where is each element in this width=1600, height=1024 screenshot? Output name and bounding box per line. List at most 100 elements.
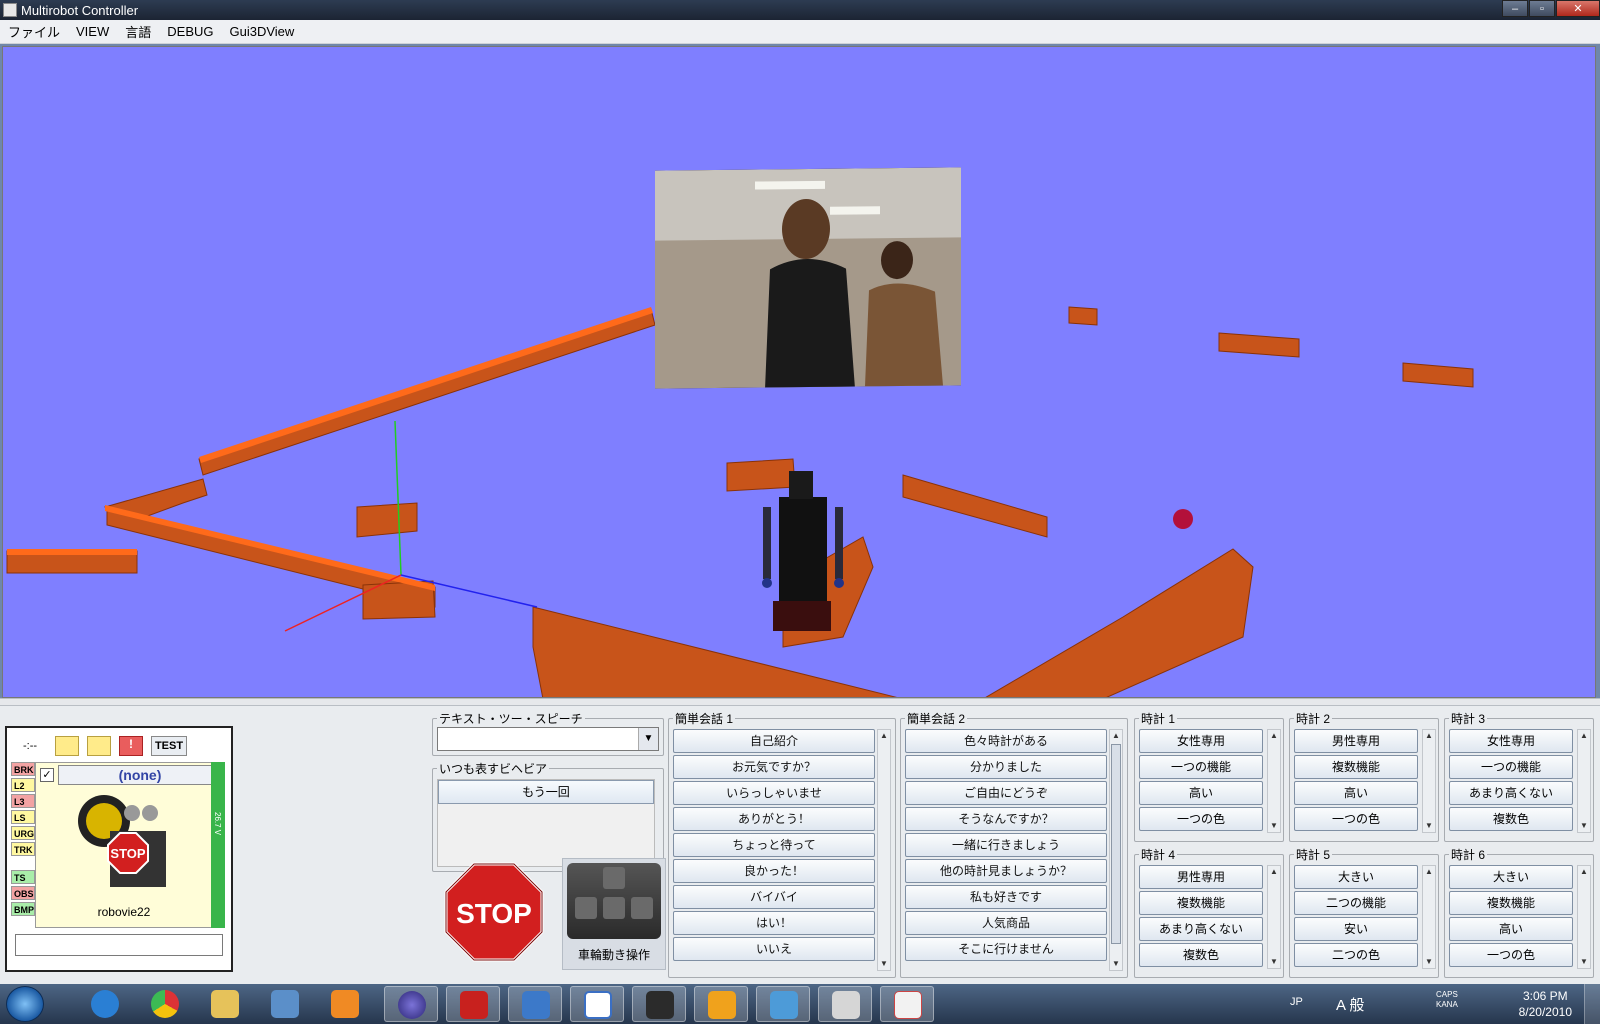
filezilla-icon[interactable] bbox=[446, 986, 500, 1022]
phrase-button[interactable]: 自己紹介 bbox=[673, 729, 875, 753]
robot-app-2-icon[interactable] bbox=[756, 986, 810, 1022]
phrase-button[interactable]: 私も好きです bbox=[905, 885, 1107, 909]
title-bar: Multirobot Controller – ▫ ✕ bbox=[0, 0, 1600, 20]
close-button[interactable]: ✕ bbox=[1556, 0, 1600, 17]
conversation-1-scrollbar[interactable]: ▲ ▼ bbox=[877, 729, 891, 971]
robot-app-icon[interactable] bbox=[694, 986, 748, 1022]
watch-button[interactable]: あまり高くない bbox=[1139, 917, 1263, 941]
eclipse-icon[interactable] bbox=[384, 986, 438, 1022]
watch-button[interactable]: 大きい bbox=[1294, 865, 1418, 889]
minimize-button[interactable]: – bbox=[1502, 0, 1528, 17]
pen-tool-icon[interactable] bbox=[258, 986, 312, 1022]
window-title: Multirobot Controller bbox=[21, 3, 139, 18]
menu-view[interactable]: VIEW bbox=[68, 24, 117, 39]
watch-button[interactable]: 複数色 bbox=[1449, 807, 1573, 831]
paint-icon[interactable] bbox=[818, 986, 872, 1022]
target-ball bbox=[1173, 509, 1193, 529]
watch-button[interactable]: 男性専用 bbox=[1139, 865, 1263, 889]
robot-command-input[interactable] bbox=[15, 934, 223, 956]
conversation-2-label: 簡単会話 2 bbox=[905, 710, 968, 727]
robot-enable-checkbox[interactable]: ✓ bbox=[40, 768, 54, 782]
phrase-button[interactable]: 良かった！ bbox=[673, 859, 875, 883]
watch-5-scrollbar[interactable]: ▲ ▼ bbox=[1422, 865, 1436, 969]
watch-button[interactable]: 二つの色 bbox=[1294, 943, 1418, 967]
phrase-button[interactable]: ありがとう！ bbox=[673, 807, 875, 831]
phrase-button[interactable]: 分かりました bbox=[905, 755, 1107, 779]
wheel-control-button[interactable]: 車輪動き操作 bbox=[562, 858, 666, 970]
phrase-button[interactable]: そうなんですか？ bbox=[905, 807, 1107, 831]
media-player-icon[interactable] bbox=[318, 986, 372, 1022]
phrase-button[interactable]: バイバイ bbox=[673, 885, 875, 909]
stop-button[interactable]: STOP bbox=[444, 862, 544, 962]
chrome-icon[interactable] bbox=[138, 986, 192, 1022]
folder-icon[interactable] bbox=[55, 736, 79, 756]
menu-gui3dview[interactable]: Gui3DView bbox=[222, 24, 303, 39]
phrase-button[interactable]: ちょっと待って bbox=[673, 833, 875, 857]
folder-open-icon[interactable] bbox=[87, 736, 111, 756]
watch-button[interactable]: 高い bbox=[1294, 781, 1418, 805]
menu-file[interactable]: ファイル bbox=[0, 22, 68, 41]
watch-4-scrollbar[interactable]: ▲ ▼ bbox=[1267, 865, 1281, 969]
phrase-button[interactable]: 他の時計見ましょうか？ bbox=[905, 859, 1107, 883]
phrase-button[interactable]: お元気ですか？ bbox=[673, 755, 875, 779]
watch-button[interactable]: 一つの色 bbox=[1449, 943, 1573, 967]
explorer-icon[interactable] bbox=[198, 986, 252, 1022]
watch-1-group: 時計 1 女性専用 一つの機能 高い 一つの色 ▲ ▼ bbox=[1134, 710, 1284, 842]
watch-button[interactable]: 複数色 bbox=[1139, 943, 1263, 967]
watch-button[interactable]: 男性専用 bbox=[1294, 729, 1418, 753]
menu-bar: ファイル VIEW 言語 DEBUG Gui3DView bbox=[0, 20, 1600, 44]
watch-button[interactable]: 一つの色 bbox=[1139, 807, 1263, 831]
watch-1-scrollbar[interactable]: ▲ ▼ bbox=[1267, 729, 1281, 833]
menu-language[interactable]: 言語 bbox=[117, 22, 159, 41]
watch-button[interactable]: 女性専用 bbox=[1449, 729, 1573, 753]
watch-button[interactable]: 大きい bbox=[1449, 865, 1573, 889]
maximize-button[interactable]: ▫ bbox=[1529, 0, 1555, 17]
phrase-button[interactable]: 人気商品 bbox=[905, 911, 1107, 935]
language-indicator[interactable]: JP bbox=[1290, 996, 1303, 1008]
robot-selector[interactable]: (none) bbox=[58, 765, 222, 785]
internet-explorer-icon[interactable] bbox=[78, 986, 132, 1022]
phrase-button[interactable]: はい！ bbox=[673, 911, 875, 935]
phrase-button[interactable]: いいえ bbox=[673, 937, 875, 961]
java-icon[interactable] bbox=[880, 986, 934, 1022]
watch-button[interactable]: 一つの色 bbox=[1294, 807, 1418, 831]
remote-desktop-icon[interactable] bbox=[508, 986, 562, 1022]
watch-button[interactable]: 高い bbox=[1449, 917, 1573, 941]
conversation-2-scrollbar[interactable]: ▲ ▼ bbox=[1109, 729, 1123, 971]
phrase-button[interactable]: そこに行けません bbox=[905, 937, 1107, 961]
show-desktop-button[interactable] bbox=[1584, 984, 1600, 1024]
wall-segment bbox=[985, 548, 1254, 697]
clock[interactable]: 3:06 PM 8/20/2010 bbox=[1519, 988, 1572, 1020]
chevron-down-icon[interactable]: ▼ bbox=[638, 728, 658, 750]
menu-debug[interactable]: DEBUG bbox=[159, 24, 221, 39]
panel-splitter[interactable] bbox=[0, 698, 1600, 706]
sensor-obs: OBS bbox=[11, 886, 35, 900]
start-button[interactable] bbox=[6, 986, 44, 1022]
phrase-button[interactable]: 一緒に行きましょう bbox=[905, 833, 1107, 857]
phrase-button[interactable]: いらっしゃいませ bbox=[673, 781, 875, 805]
watch-3-scrollbar[interactable]: ▲ ▼ bbox=[1577, 729, 1591, 833]
phrase-button[interactable]: 色々時計がある bbox=[905, 729, 1107, 753]
vnc-icon[interactable] bbox=[570, 986, 624, 1022]
3d-view[interactable] bbox=[2, 46, 1596, 698]
stop-label: STOP bbox=[456, 898, 532, 929]
test-button[interactable]: TEST bbox=[151, 736, 187, 756]
watch-button[interactable]: 一つの機能 bbox=[1139, 755, 1263, 779]
watch-button[interactable]: 高い bbox=[1139, 781, 1263, 805]
phrase-button[interactable]: ご自由にどうぞ bbox=[905, 781, 1107, 805]
alert-icon[interactable]: ! bbox=[119, 736, 143, 756]
watch-button[interactable]: 一つの機能 bbox=[1449, 755, 1573, 779]
watch-2-scrollbar[interactable]: ▲ ▼ bbox=[1422, 729, 1436, 833]
watch-button[interactable]: 二つの機能 bbox=[1294, 891, 1418, 915]
watch-button[interactable]: 複数機能 bbox=[1449, 891, 1573, 915]
ime-indicator[interactable]: A 般 bbox=[1336, 994, 1364, 1015]
watch-button[interactable]: 複数機能 bbox=[1139, 891, 1263, 915]
watch-button[interactable]: 複数機能 bbox=[1294, 755, 1418, 779]
watch-button[interactable]: 女性専用 bbox=[1139, 729, 1263, 753]
tts-combobox[interactable]: ▼ bbox=[437, 727, 659, 751]
repeat-again-button[interactable]: もう一回 bbox=[438, 780, 654, 804]
watch-button[interactable]: 安い bbox=[1294, 917, 1418, 941]
watch-button[interactable]: あまり高くない bbox=[1449, 781, 1573, 805]
watch-6-scrollbar[interactable]: ▲ ▼ bbox=[1577, 865, 1591, 969]
inkscape-icon[interactable] bbox=[632, 986, 686, 1022]
